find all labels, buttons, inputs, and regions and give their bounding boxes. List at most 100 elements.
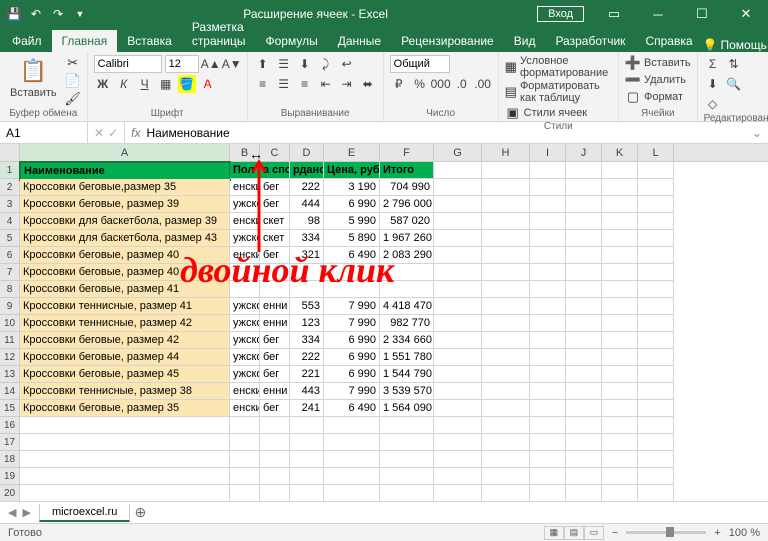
cell[interactable]: 6 490 — [324, 247, 380, 264]
cell[interactable] — [324, 485, 380, 501]
paste-button[interactable]: 📋 Вставить — [6, 55, 61, 101]
cell[interactable] — [602, 162, 638, 179]
inc-dec-icon[interactable]: .0 — [453, 75, 471, 93]
font-size[interactable]: 12 — [165, 55, 199, 73]
cell[interactable]: 6 990 — [324, 349, 380, 366]
cell[interactable] — [602, 315, 638, 332]
cell[interactable] — [530, 230, 566, 247]
tab-formulas[interactable]: Формулы — [255, 30, 327, 52]
cell[interactable]: а спо — [260, 162, 290, 179]
number-format[interactable]: Общий — [390, 55, 450, 73]
cell[interactable] — [260, 264, 290, 281]
cell[interactable] — [566, 468, 602, 485]
cell[interactable] — [530, 213, 566, 230]
cell[interactable]: Кроссовки беговые, размер 44 — [20, 349, 230, 366]
view-layout-icon[interactable]: ▤ — [564, 526, 584, 540]
cell[interactable]: ужско — [230, 315, 260, 332]
cell[interactable]: енски — [230, 383, 260, 400]
column-headers[interactable]: ABCDEFGHIJKL — [20, 144, 768, 162]
cell[interactable] — [482, 315, 530, 332]
cell[interactable]: Кроссовки беговые, размер 45 — [20, 366, 230, 383]
cell[interactable] — [530, 349, 566, 366]
cell[interactable] — [530, 162, 566, 179]
row-header[interactable]: 2 — [0, 179, 20, 196]
sheet-next-icon[interactable]: ▶ — [22, 506, 30, 519]
col-header[interactable]: G — [434, 144, 482, 161]
cell[interactable]: 5 890 — [324, 230, 380, 247]
cell[interactable] — [20, 417, 230, 434]
cell[interactable] — [230, 485, 260, 501]
tab-file[interactable]: Файл — [2, 30, 52, 52]
cell[interactable] — [434, 400, 482, 417]
cell[interactable]: Кроссовки теннисные, размер 41 — [20, 298, 230, 315]
cell[interactable] — [260, 281, 290, 298]
cell[interactable]: енски — [230, 400, 260, 417]
cell[interactable] — [434, 434, 482, 451]
cell[interactable]: Наименование — [20, 162, 230, 180]
cell[interactable] — [230, 281, 260, 298]
dec-dec-icon[interactable]: .00 — [474, 75, 492, 93]
cell[interactable] — [638, 366, 674, 383]
cell[interactable] — [602, 366, 638, 383]
percent-icon[interactable]: % — [411, 75, 429, 93]
cell[interactable] — [602, 264, 638, 281]
col-header[interactable]: A — [20, 144, 230, 161]
undo-icon[interactable]: ↶ — [28, 6, 44, 22]
cell[interactable] — [482, 451, 530, 468]
cell[interactable] — [566, 213, 602, 230]
cell[interactable] — [290, 264, 324, 281]
cell[interactable]: 6 990 — [324, 196, 380, 213]
align-bot-icon[interactable]: ⬇ — [296, 55, 314, 73]
col-header[interactable]: I — [530, 144, 566, 161]
row-header[interactable]: 14 — [0, 383, 20, 400]
cell[interactable] — [324, 264, 380, 281]
cell[interactable] — [638, 434, 674, 451]
cell[interactable] — [530, 179, 566, 196]
cell[interactable] — [434, 298, 482, 315]
cell[interactable]: Цена, руб. — [324, 162, 380, 179]
cell[interactable] — [638, 298, 674, 315]
cell[interactable]: Кроссовки беговые, размер 35 — [20, 400, 230, 417]
qat-dropdown-icon[interactable]: ▼ — [72, 6, 88, 22]
cell[interactable] — [638, 179, 674, 196]
cell[interactable] — [380, 434, 434, 451]
cell[interactable] — [434, 247, 482, 264]
cell[interactable]: скет — [260, 230, 290, 247]
cell[interactable]: бег — [260, 196, 290, 213]
cell[interactable]: 6 490 — [324, 400, 380, 417]
cell[interactable] — [602, 298, 638, 315]
cell[interactable]: 1 967 260 — [380, 230, 434, 247]
row-header[interactable]: 6 — [0, 247, 20, 264]
row-header[interactable]: 7 — [0, 264, 20, 281]
cond-format[interactable]: ▦Условное форматирование — [505, 55, 612, 79]
align-top-icon[interactable]: ⬆ — [254, 55, 272, 73]
cell[interactable] — [482, 281, 530, 298]
tab-review[interactable]: Рецензирование — [391, 30, 504, 52]
cell[interactable] — [602, 451, 638, 468]
cell[interactable]: Кроссовки беговые, размер 41 — [20, 281, 230, 298]
cell[interactable] — [566, 349, 602, 366]
cell[interactable] — [638, 332, 674, 349]
cell[interactable]: 7 990 — [324, 383, 380, 400]
sum-icon[interactable]: Σ — [704, 55, 722, 73]
cell[interactable]: бег — [260, 349, 290, 366]
cell[interactable] — [530, 383, 566, 400]
italic-icon[interactable]: К — [115, 75, 133, 93]
cell[interactable]: 123 — [290, 315, 324, 332]
minimize-button[interactable]: ─ — [636, 0, 680, 28]
cell[interactable] — [260, 451, 290, 468]
cell[interactable] — [434, 196, 482, 213]
cell[interactable] — [482, 213, 530, 230]
cell[interactable] — [434, 281, 482, 298]
cell[interactable] — [434, 230, 482, 247]
cell[interactable] — [602, 417, 638, 434]
cell[interactable]: Кроссовки беговые, размер 42 — [20, 332, 230, 349]
cell[interactable]: Кроссовки теннисные, размер 38 — [20, 383, 230, 400]
cell[interactable] — [482, 383, 530, 400]
cell[interactable] — [290, 451, 324, 468]
cell[interactable] — [20, 468, 230, 485]
wrap-icon[interactable]: ↩ — [338, 55, 356, 73]
sheet-tab[interactable]: microexcel.ru — [39, 504, 130, 522]
cell[interactable]: ужско — [230, 332, 260, 349]
indent-inc-icon[interactable]: ⇥ — [338, 75, 356, 93]
